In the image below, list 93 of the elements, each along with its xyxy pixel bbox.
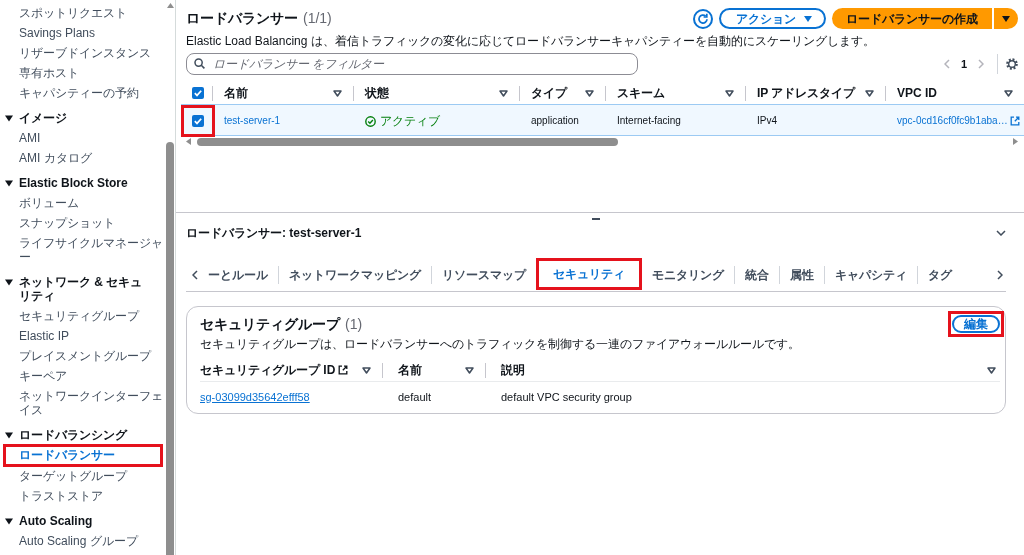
table-link[interactable]: sg-03099d35642efff58 [200,390,310,404]
check-circle-icon [365,115,376,127]
sidebar-item[interactable]: Elastic IP [0,326,165,346]
column-header[interactable]: 説明 [501,363,525,377]
sidebar-item[interactable]: リザーブドインスタンス [0,43,165,63]
drag-handle[interactable] [592,218,600,220]
column-header[interactable]: 名前 [224,86,248,100]
table-cell: IPv4 [757,114,777,128]
sidebar-item[interactable]: ロードバランサー [6,447,160,464]
column-header[interactable]: タイプ [531,86,567,100]
sort-icon[interactable] [362,366,371,374]
create-button[interactable]: ロードバランサーの作成 [832,8,992,29]
column-header[interactable]: セキュリティグループ ID [200,363,336,377]
table-row[interactable]: test-server-1 アクティブ application Internet-facing IPv4 vpc-0cd16cf0fc9b1aba… [181,104,1024,136]
tab[interactable]: ーとルール [208,258,278,291]
table-link[interactable]: vpc-0cd16cf0fc9b1aba… [897,114,1008,128]
item-count: (1/1) [303,9,332,28]
item-count: (1) [345,314,363,333]
tab[interactable]: セキュリティ [539,261,639,287]
chevron-left-icon[interactable] [192,269,198,280]
actions-button[interactable]: アクション [719,8,826,29]
column-header[interactable]: VPC ID [897,86,937,100]
tab[interactable]: タグ [918,258,962,291]
sidebar-item[interactable]: Savings Plans [0,23,165,43]
tab[interactable]: 属性 [780,258,824,291]
refresh-icon [697,12,709,25]
tab[interactable]: 統合 [735,258,779,291]
sidebar-heading[interactable]: イメージ [0,108,155,128]
table-link[interactable]: test-server-1 [224,114,281,128]
page-title: ロードバランサー [186,9,298,28]
sidebar-item[interactable]: スナップショット [0,213,165,233]
sort-icon[interactable] [865,89,874,97]
sort-icon[interactable] [333,89,342,97]
table-cell: application [531,114,579,128]
section-title: セキュリティグループ [200,314,340,333]
chevron-down-icon[interactable] [996,230,1006,236]
sidebar-item[interactable]: トラストストア [0,486,165,506]
tab[interactable]: リソースマップ [432,258,536,291]
sidebar-item[interactable]: ネットワークインターフェイス [0,386,165,420]
column-header[interactable]: スキーム [617,86,665,100]
column-header[interactable]: 状態 [365,86,389,100]
scrollbar-thumb[interactable] [166,142,174,555]
sidebar-item[interactable]: キャパシティーの予約 [0,83,165,103]
caret-down-icon [804,15,812,22]
sidebar-item[interactable]: キーペア [0,366,165,386]
sidebar-heading[interactable]: ロードバランシング [0,425,155,445]
checkbox[interactable] [192,87,204,99]
search-field[interactable]: ロードバランサー をフィルター [186,53,638,75]
sidebar-item[interactable]: ターゲットグループ [0,466,165,486]
sort-icon[interactable] [725,89,734,97]
page-button[interactable]: 1 [949,57,978,71]
refresh-button[interactable] [693,8,713,29]
table-cell: Internet-facing [617,114,681,128]
page-description: Elastic Load Balancing は、着信トラフィックの変化に応じてロードバランサーキャパシティーを自動的にスケーリングします。 [186,34,876,48]
tab[interactable]: モニタリング [642,258,734,291]
sidebar-item[interactable]: AMI カタログ [0,148,165,168]
caret-down-icon [1002,15,1010,22]
tab[interactable]: キャパシティ [825,258,917,291]
table-cell: default VPC security group [501,390,632,404]
section-description: セキュリティグループは、ロードバランサーへのトラフィックを制御する一連のファイアウォールルールです。 [200,337,801,351]
column-header[interactable]: IP アドレスタイプ [757,86,856,100]
scroll-right-arrow-icon[interactable] [1013,138,1018,145]
sort-icon[interactable] [987,366,996,374]
chevron-right-icon[interactable] [997,269,1003,280]
checkbox[interactable] [192,115,204,127]
sidebar-heading[interactable]: Elastic Block Store [0,173,155,193]
sort-icon[interactable] [465,366,474,374]
column-header[interactable]: 名前 [398,363,422,377]
external-link-icon [1009,116,1020,126]
sidebar-heading[interactable]: Auto Scaling [0,511,155,531]
sidebar-item[interactable]: プレイスメントグループ [0,346,165,366]
tab[interactable]: ネットワークマッピング [279,258,431,291]
sidebar-item[interactable]: ライフサイクルマネージャー [0,233,165,267]
sidebar-item[interactable]: Auto Scaling グループ [0,531,165,551]
sort-icon[interactable] [585,89,594,97]
scrollbar-thumb[interactable] [197,137,619,146]
edit-button[interactable]: 編集 [952,314,1000,333]
sidebar-heading[interactable]: ネットワーク & セキュリティ [0,272,155,306]
sort-icon[interactable] [499,89,508,97]
sidebar-item[interactable]: 専有ホスト [0,63,165,83]
create-options-button[interactable] [994,8,1018,29]
scroll-left-arrow-icon[interactable] [186,138,191,145]
sort-icon[interactable] [1004,89,1013,97]
status-text: アクティブ [380,114,440,128]
sidebar-item[interactable]: ボリューム [0,193,165,213]
settings-icon[interactable] [1006,58,1018,70]
sidebar-item[interactable]: AMI [0,128,165,148]
scroll-up-arrow-icon[interactable] [166,3,174,8]
sidebar-item[interactable]: スポットリクエスト [0,3,165,23]
search-icon [194,58,205,69]
table-cell: default [398,390,432,404]
detail-title: ロードバランサー: test-server-1 [186,225,362,241]
sidebar-item[interactable]: セキュリティグループ [0,306,165,326]
